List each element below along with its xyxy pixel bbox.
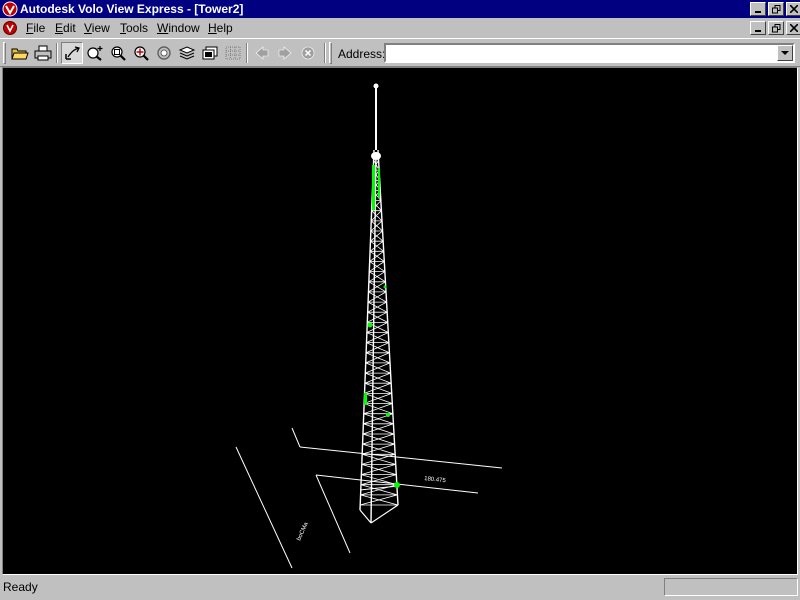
orbit-icon <box>65 46 80 60</box>
print-icon <box>34 45 52 61</box>
toolbar-separator <box>56 43 58 63</box>
address-combobox[interactable] <box>384 43 795 63</box>
address-bar-grip[interactable] <box>329 42 332 64</box>
toolbar-separator <box>324 43 326 63</box>
minimize-icon <box>755 30 761 32</box>
menu-tools[interactable]: Tools <box>120 21 148 35</box>
menu-file[interactable]: File <box>26 21 45 35</box>
window-title: Autodesk Volo View Express - [Tower2] <box>20 2 244 16</box>
status-text: Ready <box>3 580 38 594</box>
toolbar: Address: <box>0 38 800 67</box>
menu-help[interactable]: Help <box>208 21 233 35</box>
layers-button[interactable] <box>176 42 198 64</box>
status-pane <box>664 578 798 596</box>
minimize-icon <box>755 11 761 13</box>
forward-button[interactable] <box>274 42 296 64</box>
tower-drawing[interactable]: 180.475 boCMa <box>2 67 798 575</box>
road-label: boCMa <box>296 521 310 542</box>
zoom-all-icon <box>157 46 171 60</box>
address-input[interactable] <box>388 46 773 60</box>
grid-button[interactable] <box>222 42 244 64</box>
zoom-extents-icon <box>134 46 149 61</box>
status-bar: Ready <box>0 576 800 600</box>
menu-bar: File Edit View Tools Window Help <box>0 18 800 38</box>
stop-button[interactable] <box>297 42 319 64</box>
minimize-button[interactable] <box>750 2 766 16</box>
restore-button[interactable] <box>768 2 784 16</box>
volo-view-app-icon[interactable] <box>2 1 18 17</box>
toolbar-separator <box>246 43 248 63</box>
restore-icon <box>771 4 780 13</box>
doc-restore-button[interactable] <box>768 21 784 35</box>
open-icon <box>11 48 29 60</box>
title-bar: Autodesk Volo View Express - [Tower2] <box>0 0 800 18</box>
menu-edit[interactable]: Edit <box>55 21 76 35</box>
print-button[interactable] <box>32 42 54 64</box>
doc-minimize-button[interactable] <box>750 21 766 35</box>
forward-icon <box>278 46 292 60</box>
zoom-realtime-icon <box>87 46 103 61</box>
toolbar-grip[interactable] <box>3 42 6 64</box>
orbit-button[interactable] <box>61 42 83 64</box>
site-plan-lines <box>235 427 503 569</box>
dimension-label: 180.475 <box>424 476 447 484</box>
back-icon <box>255 46 269 60</box>
drawing-viewport[interactable]: 180.475 boCMa <box>2 67 798 575</box>
grid-icon <box>225 46 241 60</box>
back-button[interactable] <box>251 42 273 64</box>
open-button[interactable] <box>9 42 31 64</box>
doc-close-button[interactable] <box>786 21 800 35</box>
zoom-extents-button[interactable] <box>130 42 152 64</box>
close-icon <box>790 24 798 32</box>
named-views-icon <box>202 46 218 60</box>
document-system-menu-icon[interactable] <box>2 20 18 36</box>
zoom-window-icon <box>111 46 126 61</box>
menu-window[interactable]: Window <box>157 21 200 35</box>
zoom-window-button[interactable] <box>107 42 129 64</box>
restore-icon <box>771 23 780 32</box>
close-button[interactable] <box>786 2 800 16</box>
close-icon <box>790 5 798 13</box>
menu-view[interactable]: View <box>84 21 110 35</box>
layers-icon <box>178 46 196 60</box>
stop-icon <box>301 46 315 60</box>
address-label: Address: <box>338 47 386 61</box>
address-dropdown-button[interactable] <box>777 45 793 61</box>
chevron-down-icon <box>781 50 789 55</box>
zoom-realtime-button[interactable] <box>84 42 106 64</box>
named-views-button[interactable] <box>199 42 221 64</box>
zoom-all-button[interactable] <box>153 42 175 64</box>
